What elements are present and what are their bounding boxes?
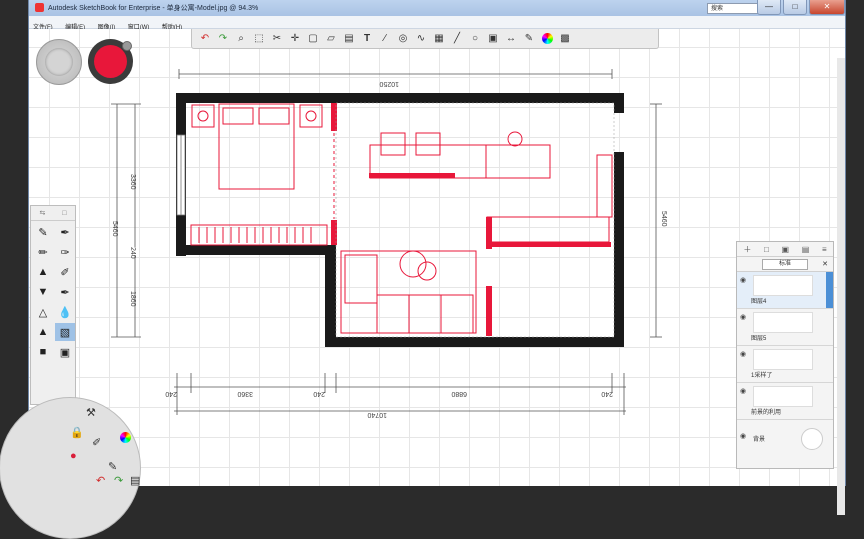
dim-top: 10250 [379,80,399,87]
color-puck-knob[interactable] [122,41,132,51]
layer-row[interactable]: ◉ 1采样了 [737,346,833,383]
selection-marquee [335,102,615,338]
visibility-eye-icon[interactable]: ◉ [740,276,746,284]
background-color-swatch[interactable] [801,428,823,450]
layer-name: 前景的利用 [751,410,782,416]
dim-right-total: 5460 [660,211,667,227]
layer-row[interactable]: ◉ 图层4 [737,272,833,309]
layer-thumbnail [753,386,813,407]
image-layer-icon[interactable]: ▣ [782,245,790,254]
background-label: 背景 [753,437,766,443]
layer-menu-icon[interactable]: ≡ [822,245,827,254]
sketchbook-window: Autodesk SketchBook for Enterprise - 单身公… [0,0,846,539]
close-button[interactable]: ✕ [809,0,845,15]
furniture [190,103,613,334]
dim-bottom-b: 3360 [237,390,253,397]
dim-bottom-a: 240 [165,390,177,397]
visibility-eye-icon[interactable]: ◉ [740,432,746,440]
dim-left-mid: 240 [129,247,136,259]
dim-left-lower: 1860 [129,291,136,307]
dim-left-total: 5460 [111,221,118,237]
add-layer-icon[interactable]: ＋ [743,244,751,255]
drawing-canvas[interactable]: ↶ ↷ ⌕ ⬚ ✂ ✛ ▢ ▱ ▤ T ∕ ◎ ∿ ▦ ╱ ○ ▣ ↔ ✎ ▩ … [0,29,845,539]
layer-thumbnail [753,312,813,333]
add-group-icon[interactable]: □ [764,245,769,254]
minimize-button[interactable]: — [757,0,781,15]
background-layer-row[interactable]: ◉ 背景 [737,420,833,460]
floor-plan: 10250 5460 3360 240 1860 5460 240 3360 2… [111,69,667,418]
partition-walls [331,103,611,336]
visibility-eye-icon[interactable]: ◉ [740,350,746,358]
title-bar: Autodesk SketchBook for Enterprise - 单身公… [29,0,845,17]
layer-row[interactable]: ◉ 前景的利用 [737,383,833,420]
vertical-scrollbar[interactable] [837,58,845,515]
layer-editor: ＋ □ ▣ ▤ ≡ 标准 ✕ ◉ 图层4 ◉ 图层5 ◉ 1采样了 ◉ 前景的利… [736,241,834,469]
merge-layer-icon[interactable]: ▤ [802,245,810,254]
layer-thumbnail [753,349,813,370]
layer-row[interactable]: ◉ 图层5 [737,309,833,346]
dim-bottom-total: 10740 [367,411,387,418]
dim-bottom-d: 6880 [451,390,467,397]
maximize-button[interactable]: □ [783,0,807,15]
walls [176,93,624,347]
dim-bottom-e: 240 [601,390,613,397]
dim-bottom-c: 240 [313,390,325,397]
visibility-eye-icon[interactable]: ◉ [740,313,746,321]
layer-name: 图层5 [751,336,767,342]
close-panel-icon[interactable]: ✕ [822,260,828,268]
menu-bar: 文件(F) 编辑(E) 图像(I) 窗口(W) 帮助(H) [29,16,845,31]
visibility-eye-icon[interactable]: ◉ [740,387,746,395]
dim-left-upper: 3360 [129,174,136,190]
layer-thumbnail [753,275,813,296]
blend-mode-select[interactable]: 标准 [762,258,808,270]
window-title: Autodesk SketchBook for Enterprise - 单身公… [48,5,259,12]
layer-name: 1采样了 [751,373,773,379]
window-left [176,134,186,216]
layer-name: 图层4 [751,299,767,305]
app-icon [35,3,44,12]
